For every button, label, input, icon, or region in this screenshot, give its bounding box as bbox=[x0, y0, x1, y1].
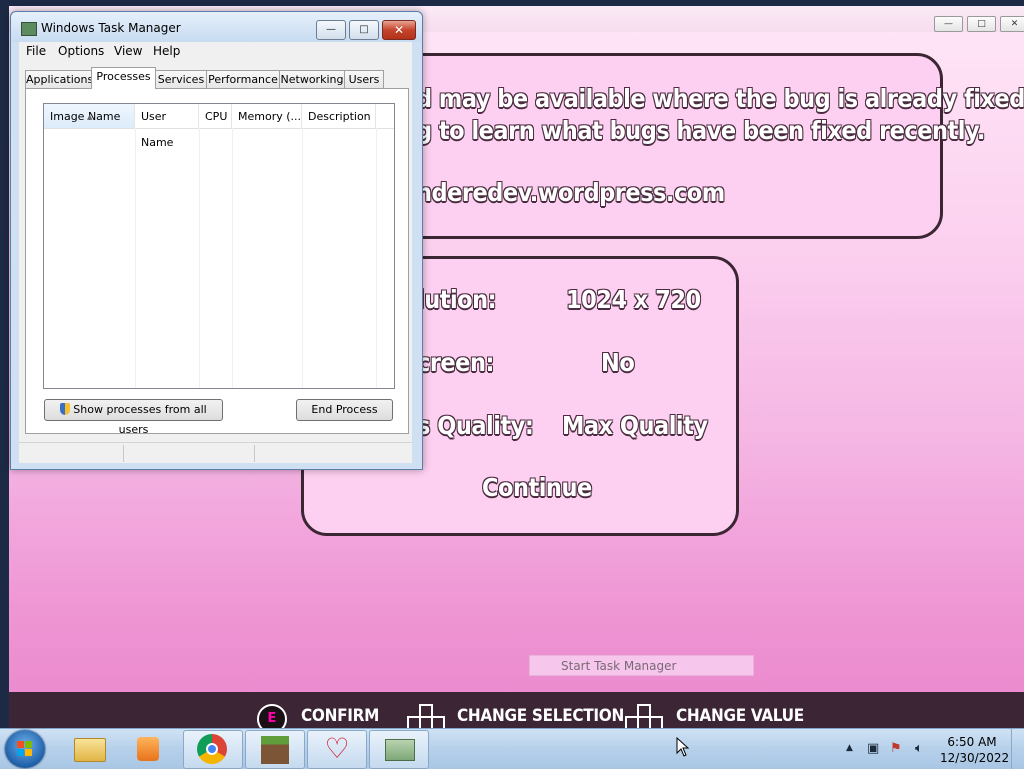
info-line-2: g to learn what bugs have been fixed rec… bbox=[416, 116, 985, 145]
column-divider bbox=[199, 128, 200, 388]
show-all-processes-label: Show processes from all users bbox=[73, 403, 207, 436]
start-button[interactable] bbox=[5, 730, 45, 768]
menu-view[interactable]: View bbox=[114, 44, 142, 58]
setting-label-quality: s Quality: bbox=[417, 411, 534, 440]
uac-shield-icon bbox=[60, 403, 71, 415]
confirm-hint: CONFIRM bbox=[301, 706, 380, 726]
menu-options[interactable]: Options bbox=[58, 44, 104, 58]
show-desktop-button[interactable] bbox=[1011, 729, 1024, 769]
taskbar-chrome[interactable] bbox=[183, 730, 243, 769]
task-manager-icon bbox=[21, 22, 37, 36]
e-key-icon: E bbox=[257, 704, 287, 728]
close-button[interactable]: ✕ bbox=[382, 20, 416, 40]
chrome-icon bbox=[197, 734, 227, 764]
tab-networking[interactable]: Networking bbox=[279, 70, 345, 88]
column-image-name-label: Image Name bbox=[50, 110, 121, 123]
controls-hint-bar: E CONFIRM CHANGE SELECTION CHANGE VALUE bbox=[9, 692, 1024, 728]
task-manager-window: Windows Task Manager — □ ✕ File Options … bbox=[10, 11, 423, 470]
column-description[interactable]: Description bbox=[302, 104, 376, 128]
window-title: Windows Task Manager bbox=[41, 21, 181, 35]
maximize-button[interactable]: □ bbox=[349, 20, 379, 40]
info-panel: d may be available where the bug is alre… bbox=[339, 53, 1024, 239]
menu-help[interactable]: Help bbox=[153, 44, 180, 58]
minecraft-icon bbox=[261, 736, 289, 764]
volume-icon[interactable]: 🔈︎ bbox=[915, 741, 923, 756]
task-manager-icon bbox=[385, 739, 415, 761]
game-minimize-button[interactable]: — bbox=[934, 16, 963, 32]
taskbar-task-manager[interactable] bbox=[369, 730, 429, 769]
game-close-button[interactable]: ✕ bbox=[1000, 16, 1024, 32]
mouse-cursor-icon bbox=[676, 737, 690, 757]
continue-button[interactable]: Continue bbox=[482, 473, 592, 502]
windows-logo-icon bbox=[17, 741, 33, 757]
process-list[interactable]: ▲ Image Name User Name CPU Memory (... D… bbox=[43, 103, 395, 389]
system-tray: ▲ ▣ ⚑ 🔈︎ 6:50 AM 12/30/2022 bbox=[843, 729, 1024, 769]
show-all-processes-button[interactable]: Show processes from all users bbox=[44, 399, 223, 436]
yandere-game-icon: ♡ bbox=[324, 732, 350, 765]
menu-file[interactable]: File bbox=[26, 44, 46, 58]
info-line-1: d may be available where the bug is alre… bbox=[416, 84, 1024, 113]
task-manager-titlebar[interactable]: Windows Task Manager — □ ✕ bbox=[11, 12, 422, 42]
arrow-keys-icon bbox=[407, 704, 445, 728]
status-separator bbox=[123, 445, 124, 462]
taskbar: ♡ ▲ ▣ ⚑ 🔈︎ 6:50 AM 12/30/2022 bbox=[0, 728, 1024, 769]
tab-performance[interactable]: Performance bbox=[206, 70, 280, 88]
taskbar-explorer[interactable] bbox=[60, 730, 118, 767]
process-list-header: ▲ Image Name User Name CPU Memory (... D… bbox=[44, 104, 394, 149]
start-task-manager-tooltip: Start Task Manager bbox=[529, 655, 754, 676]
setting-label-resolution: lution: bbox=[417, 285, 497, 314]
clock[interactable]: 6:50 AM 12/30/2022 bbox=[940, 734, 1010, 766]
column-memory[interactable]: Memory (... bbox=[232, 104, 302, 128]
tab-processes[interactable]: Processes bbox=[91, 67, 156, 89]
arrow-keys-icon bbox=[625, 704, 663, 728]
setting-value-fullscreen[interactable]: No bbox=[601, 348, 635, 377]
taskbar-media-player[interactable] bbox=[121, 730, 179, 767]
clock-date: 12/30/2022 bbox=[940, 751, 1010, 765]
column-cpu[interactable]: CPU bbox=[199, 104, 232, 128]
column-image-name[interactable]: ▲ Image Name bbox=[44, 104, 135, 128]
tab-users[interactable]: Users bbox=[344, 70, 384, 88]
game-maximize-button[interactable]: □ bbox=[967, 16, 996, 32]
change-value-hint: CHANGE VALUE bbox=[676, 706, 804, 726]
processes-panel: ▲ Image Name User Name CPU Memory (... D… bbox=[25, 88, 409, 436]
taskbar-minecraft[interactable] bbox=[245, 730, 305, 769]
tab-strip: Applications Processes Services Performa… bbox=[25, 67, 405, 89]
change-selection-hint: CHANGE SELECTION bbox=[457, 706, 624, 726]
status-separator bbox=[254, 445, 255, 462]
tab-applications[interactable]: Applications bbox=[25, 70, 93, 88]
setting-label-fullscreen: creen: bbox=[417, 348, 494, 377]
sort-arrow-icon: ▲ bbox=[87, 113, 93, 121]
media-player-icon bbox=[137, 737, 159, 761]
action-center-icon[interactable]: ⚑ bbox=[890, 741, 902, 756]
column-divider bbox=[302, 128, 303, 388]
minimize-button[interactable]: — bbox=[316, 20, 346, 40]
task-manager-body: File Options View Help Applications Proc… bbox=[19, 42, 412, 463]
menu-bar: File Options View Help bbox=[19, 42, 412, 62]
setting-value-quality[interactable]: Max Quality bbox=[562, 411, 708, 440]
tab-services[interactable]: Services bbox=[155, 70, 207, 88]
status-bar bbox=[19, 442, 412, 464]
clock-time: 6:50 AM bbox=[947, 735, 997, 749]
end-process-button[interactable]: End Process bbox=[296, 399, 393, 421]
network-icon[interactable]: ▣ bbox=[867, 741, 879, 756]
column-divider bbox=[376, 128, 377, 388]
windows-explorer-icon bbox=[74, 738, 106, 762]
show-hidden-icons-icon[interactable]: ▲ bbox=[846, 743, 853, 753]
column-divider bbox=[135, 128, 136, 388]
info-line-3: nderedev.wordpress.com bbox=[416, 178, 725, 207]
column-divider bbox=[232, 128, 233, 388]
column-user-name[interactable]: User Name bbox=[135, 104, 199, 149]
taskbar-yandere-game[interactable]: ♡ bbox=[307, 730, 367, 769]
setting-value-resolution[interactable]: 1024 x 720 bbox=[566, 285, 701, 314]
